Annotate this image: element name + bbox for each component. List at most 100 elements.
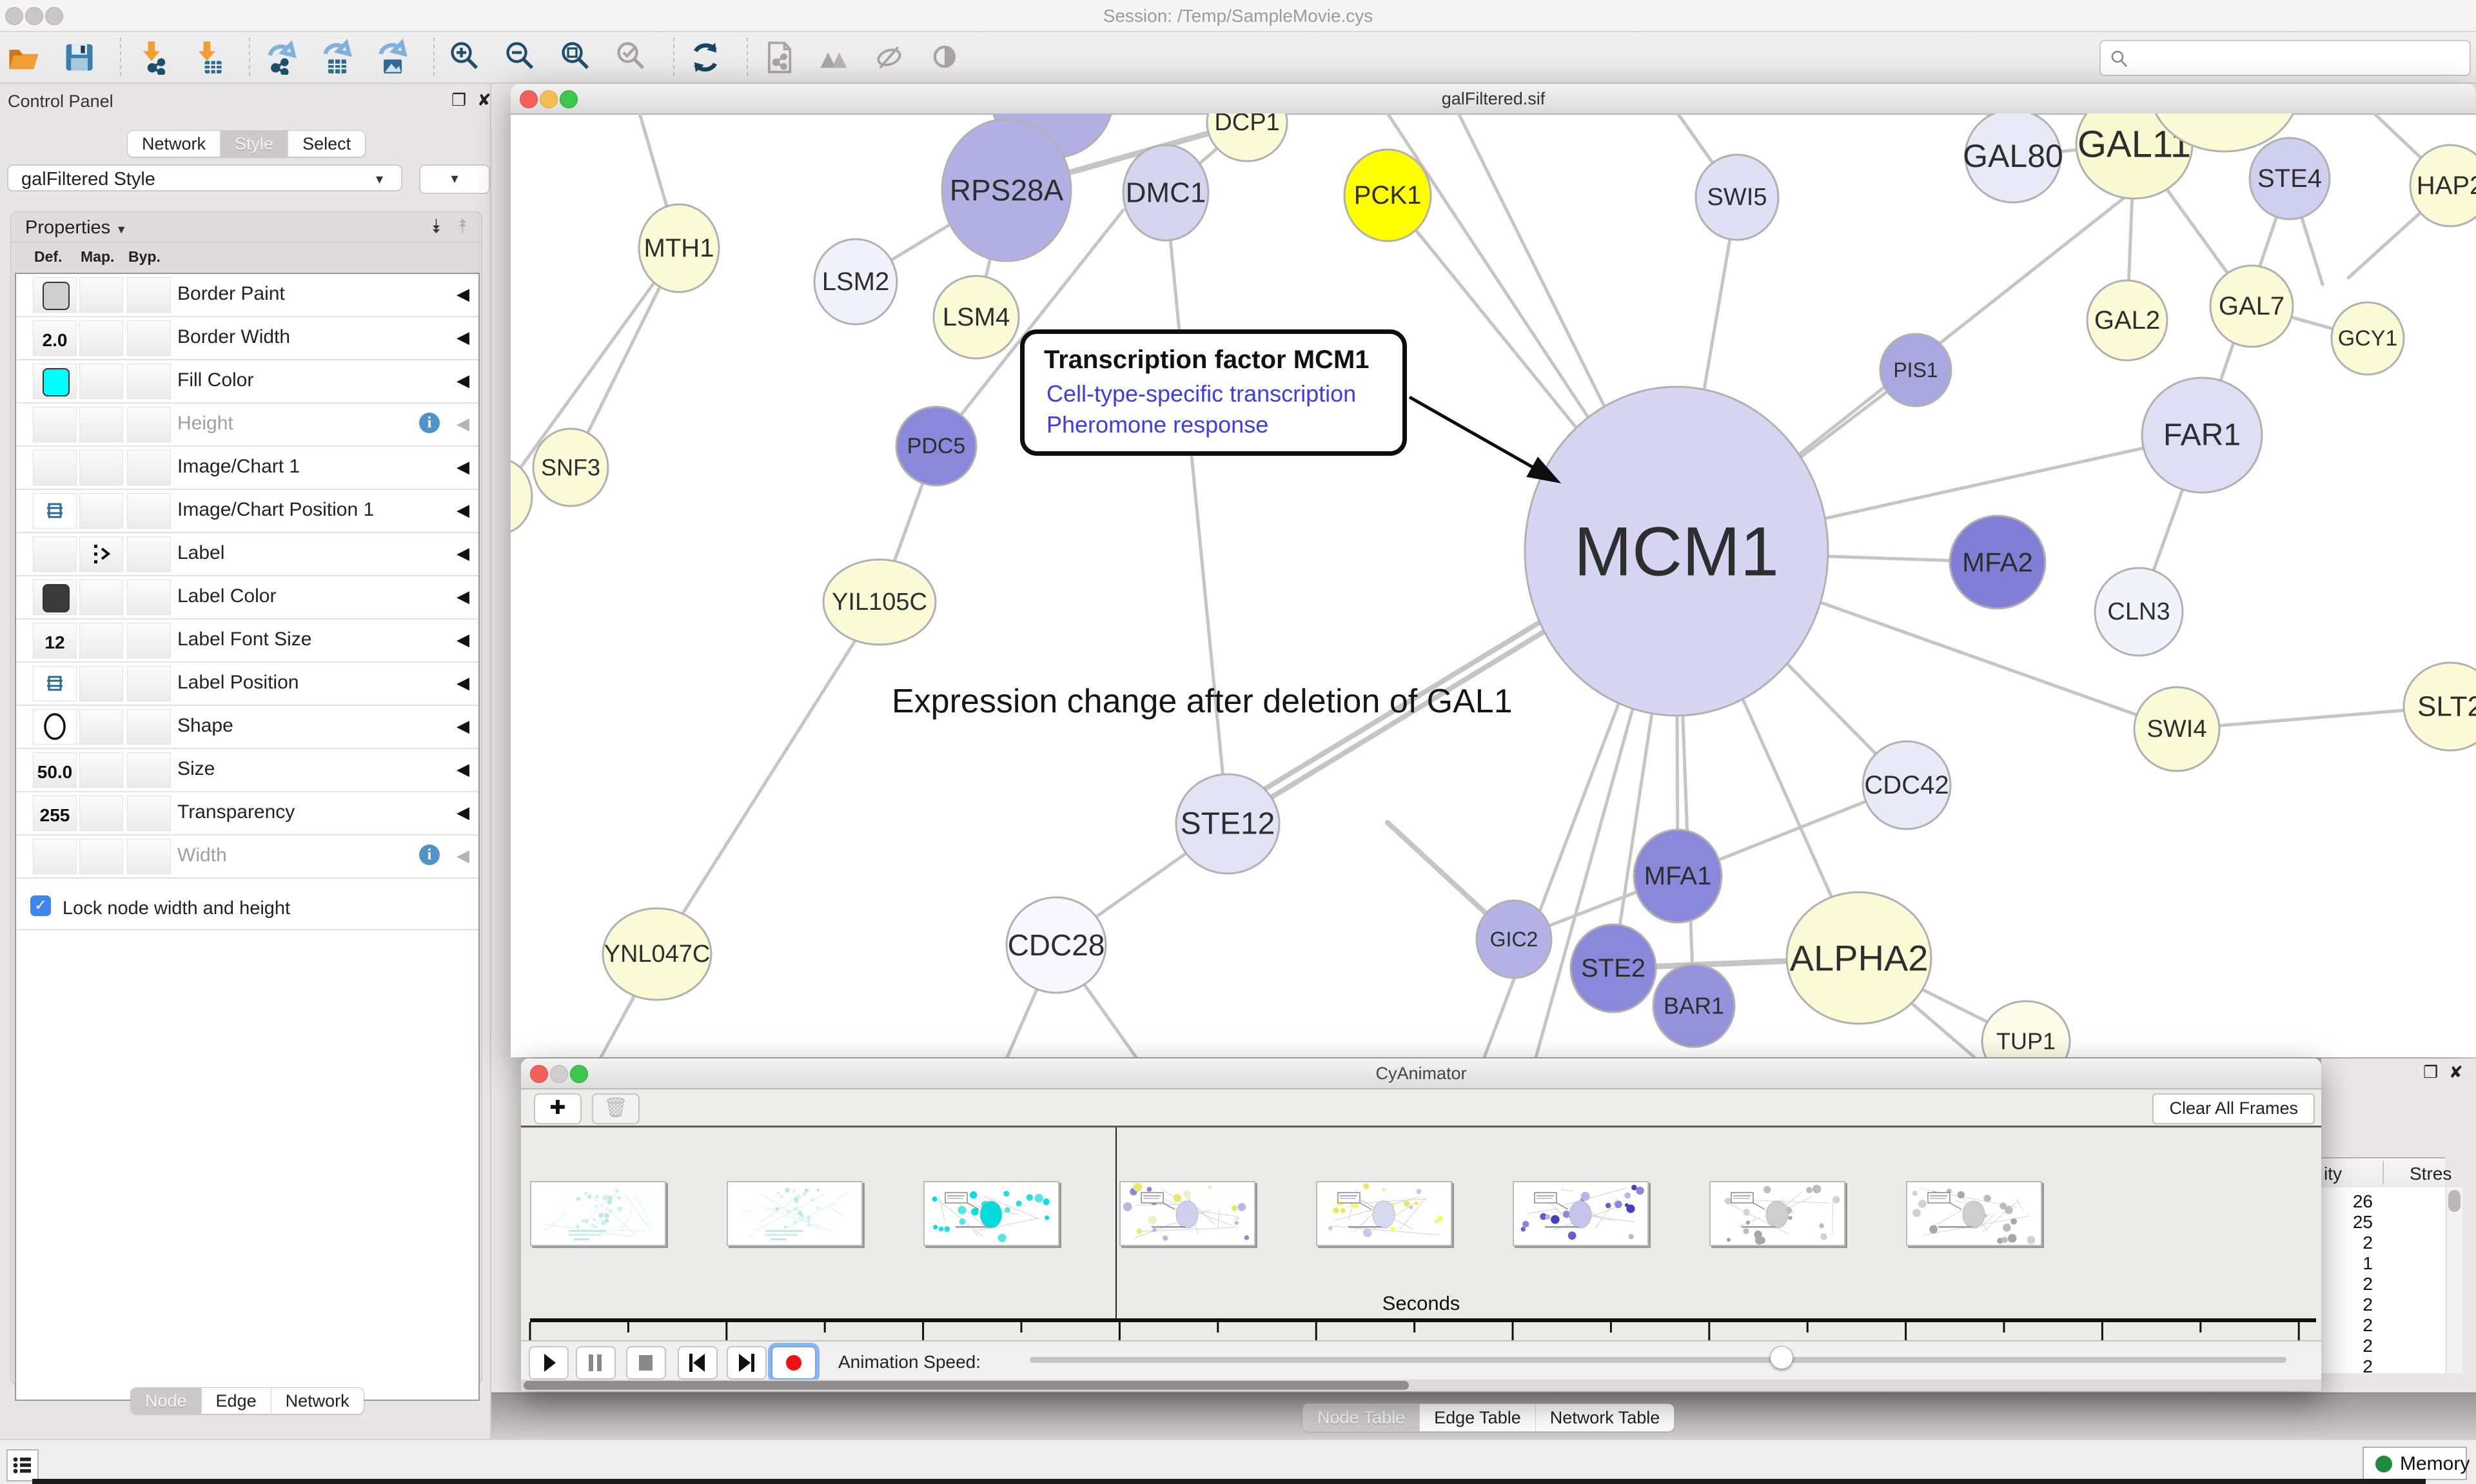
mapping-cell[interactable] bbox=[79, 580, 123, 615]
collapse-all-icon[interactable]: ⯭ bbox=[457, 216, 469, 238]
node-SNF3[interactable]: SNF3 bbox=[533, 429, 608, 506]
node-PDC5[interactable]: PDC5 bbox=[896, 407, 976, 485]
edge-YIL105C-YNL047C[interactable] bbox=[657, 602, 879, 954]
node-CDC42[interactable]: CDC42 bbox=[1863, 741, 1950, 829]
skip-end-button[interactable] bbox=[727, 1346, 767, 1380]
default-value-cell[interactable] bbox=[33, 493, 77, 529]
node-STE2[interactable]: STE2 bbox=[1571, 924, 1656, 1012]
expand-property-icon[interactable]: ◀ bbox=[457, 759, 469, 779]
table-cell[interactable]: 1 bbox=[2321, 1253, 2373, 1274]
export-network-button[interactable] bbox=[263, 39, 299, 75]
node-DCP1[interactable]: DCP1 bbox=[1207, 113, 1287, 161]
mapping-cell[interactable] bbox=[79, 623, 123, 658]
default-value-cell[interactable] bbox=[33, 580, 77, 615]
node-MTH1[interactable]: MTH1 bbox=[639, 204, 719, 292]
skip-start-button[interactable] bbox=[678, 1346, 718, 1380]
property-row-height[interactable]: Heighti◀ bbox=[16, 404, 478, 447]
node-BAR1[interactable]: BAR1 bbox=[1653, 964, 1734, 1047]
delete-frame-button[interactable]: 🗑 bbox=[592, 1093, 640, 1124]
mapping-cell[interactable] bbox=[79, 666, 123, 701]
expand-property-icon[interactable]: ◀ bbox=[457, 457, 469, 477]
expand-property-icon[interactable]: ◀ bbox=[457, 673, 469, 693]
default-value-cell[interactable] bbox=[33, 407, 77, 442]
node-LEFTY[interactable] bbox=[511, 459, 532, 534]
style-options-button[interactable]: ▾ bbox=[419, 164, 490, 194]
zoom-selected-button[interactable] bbox=[614, 39, 650, 75]
tab-style[interactable]: Style bbox=[221, 131, 288, 157]
tab-network[interactable]: Network bbox=[271, 1388, 364, 1414]
default-value-cell[interactable] bbox=[33, 709, 77, 745]
binoculars-button[interactable] bbox=[816, 39, 852, 75]
speed-slider-knob[interactable] bbox=[1770, 1346, 1793, 1369]
bypass-cell[interactable] bbox=[127, 320, 171, 356]
tab-node[interactable]: Node bbox=[131, 1388, 202, 1414]
import-network-button[interactable] bbox=[134, 39, 170, 75]
record-button[interactable] bbox=[771, 1346, 816, 1380]
mapping-cell[interactable] bbox=[79, 839, 123, 874]
default-value-cell[interactable]: 50.0 bbox=[33, 752, 77, 788]
node-STE4[interactable]: STE4 bbox=[2250, 138, 2330, 219]
cyanimator-titlebar[interactable]: CyAnimator bbox=[521, 1059, 2321, 1089]
mapping-cell[interactable] bbox=[79, 709, 123, 745]
close-panel-icon[interactable]: ✘ bbox=[477, 90, 491, 110]
bypass-cell[interactable] bbox=[127, 623, 171, 658]
mapping-cell[interactable] bbox=[79, 493, 123, 529]
tab-network[interactable]: Network bbox=[128, 131, 221, 157]
memory-button[interactable]: Memory bbox=[2363, 1447, 2467, 1480]
mapping-cell[interactable] bbox=[79, 320, 123, 356]
property-row-label-font-size[interactable]: 12Label Font Size◀ bbox=[16, 620, 478, 663]
close-panel-icon[interactable]: ✘ bbox=[2449, 1062, 2463, 1082]
column-header[interactable]: Stres bbox=[2410, 1164, 2451, 1184]
mapping-cell[interactable] bbox=[79, 450, 123, 485]
network-canvas[interactable]: RPS28AMTH1LSM2LSM4DMC1DCP1PCK1SWI5GAL80G… bbox=[511, 113, 2476, 1057]
info-icon[interactable]: i bbox=[419, 413, 440, 433]
node-LSM4[interactable]: LSM4 bbox=[934, 276, 1019, 358]
table-cell[interactable]: 2 bbox=[2321, 1356, 2373, 1377]
zoom-out-button[interactable] bbox=[503, 39, 539, 75]
float-panel-icon[interactable]: ❐ bbox=[451, 90, 466, 110]
default-value-cell[interactable] bbox=[33, 536, 77, 572]
scrollbar-thumb[interactable] bbox=[524, 1381, 1409, 1390]
bypass-cell[interactable] bbox=[127, 536, 171, 572]
add-frame-button[interactable]: ✚ bbox=[534, 1093, 582, 1124]
search-input[interactable] bbox=[2099, 40, 2471, 76]
default-value-cell[interactable] bbox=[33, 666, 77, 701]
property-row-label[interactable]: Label◀ bbox=[16, 533, 478, 576]
mapping-cell[interactable] bbox=[79, 796, 123, 831]
annotation-link[interactable]: Pheromone response bbox=[1046, 411, 1268, 438]
property-row-transparency[interactable]: 255Transparency◀ bbox=[16, 792, 478, 835]
play-button[interactable] bbox=[529, 1346, 569, 1380]
node-DMC1[interactable]: DMC1 bbox=[1123, 145, 1208, 240]
table-cell[interactable]: 2 bbox=[2321, 1233, 2373, 1253]
node-RPS28A[interactable]: RPS28A bbox=[942, 119, 1071, 261]
mapping-cell[interactable] bbox=[79, 752, 123, 788]
bypass-cell[interactable] bbox=[127, 493, 171, 529]
clear-all-frames-button[interactable]: Clear All Frames bbox=[2152, 1093, 2315, 1124]
table-scrollbar[interactable] bbox=[2446, 1187, 2462, 1373]
node-GAL80[interactable]: GAL80 bbox=[1963, 113, 2063, 202]
tab-edge-table[interactable]: Edge Table bbox=[1420, 1404, 1536, 1431]
node-YIL105C[interactable]: YIL105C bbox=[823, 560, 936, 645]
bypass-cell[interactable] bbox=[127, 364, 171, 399]
property-row-width[interactable]: Widthi◀ bbox=[16, 835, 478, 879]
column-divider[interactable] bbox=[2383, 1161, 2384, 1184]
expand-property-icon[interactable]: ◀ bbox=[457, 371, 469, 391]
save-session-button[interactable] bbox=[61, 39, 97, 75]
expand-property-icon[interactable]: ◀ bbox=[457, 630, 469, 650]
style-selector-dropdown[interactable]: galFiltered Style ▾ bbox=[7, 164, 402, 191]
annotation-link[interactable]: Cell-type-specific transcription bbox=[1046, 380, 1356, 407]
property-row-shape[interactable]: Shape◀ bbox=[16, 706, 478, 749]
network-file-button[interactable] bbox=[761, 39, 797, 75]
properties-header[interactable]: Properties ▼ ⯯ ⯭ bbox=[11, 212, 482, 242]
expand-property-icon[interactable]: ◀ bbox=[457, 543, 469, 563]
property-row-label-color[interactable]: Label Color◀ bbox=[16, 576, 478, 620]
tab-network-table[interactable]: Network Table bbox=[1536, 1404, 1675, 1431]
bypass-cell[interactable] bbox=[127, 796, 171, 831]
bypass-cell[interactable] bbox=[127, 407, 171, 442]
expand-property-icon[interactable]: ◀ bbox=[457, 500, 469, 520]
node-LSM2[interactable]: LSM2 bbox=[814, 239, 897, 324]
task-history-button[interactable] bbox=[6, 1449, 39, 1481]
open-session-button[interactable] bbox=[5, 39, 41, 75]
node-MCM1[interactable]: MCM1 bbox=[1525, 387, 1828, 716]
horizontal-scrollbar[interactable] bbox=[521, 1380, 2321, 1391]
